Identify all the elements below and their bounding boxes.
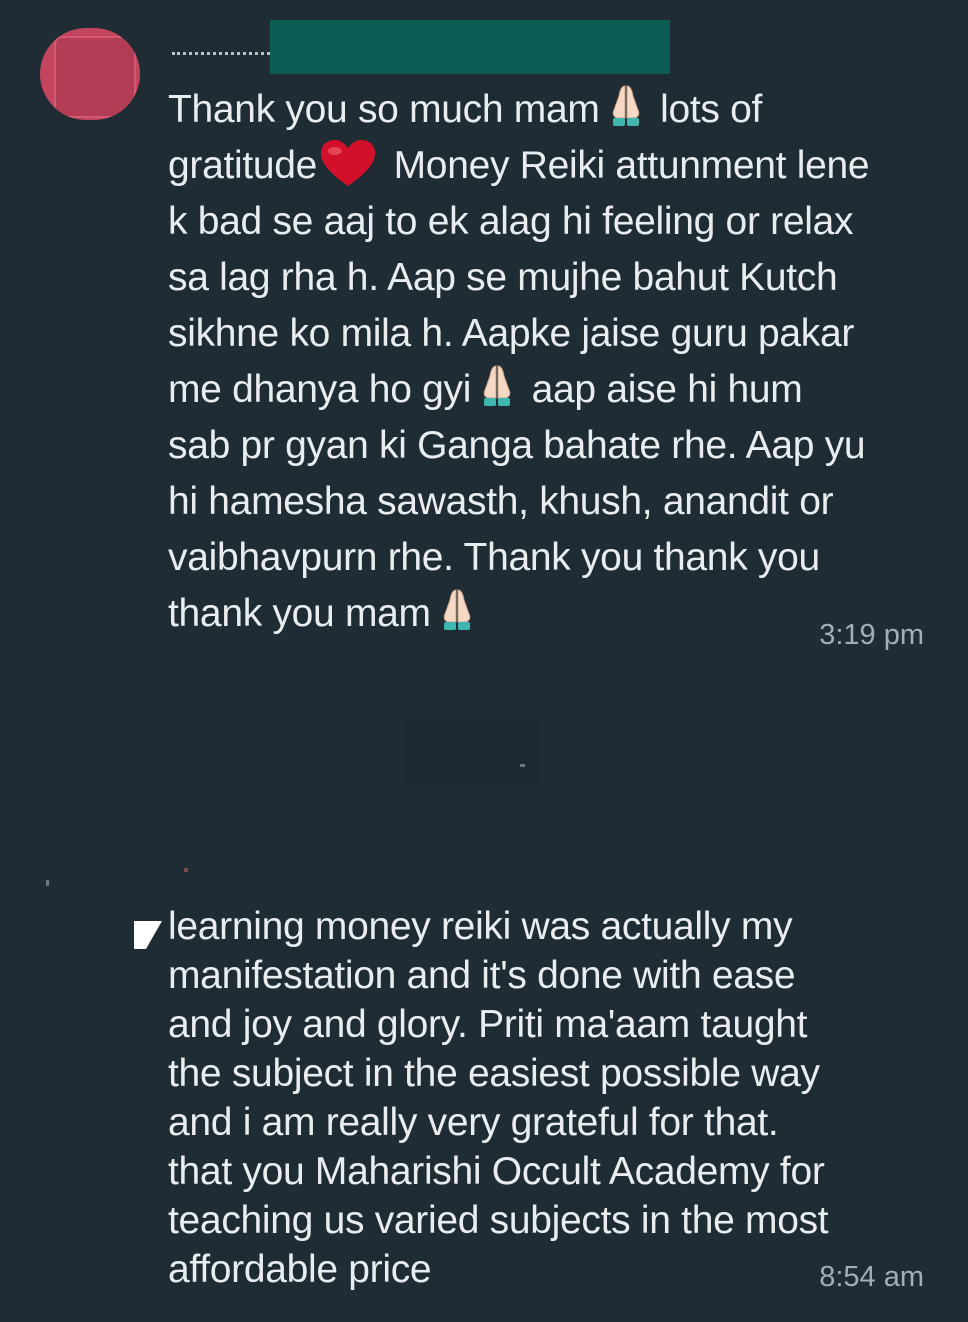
redacted-content: [402, 720, 538, 786]
message-text-segment: gratitude: [168, 144, 318, 187]
message-text-segment: lots of: [649, 88, 763, 131]
message-line: and joy and glory. Priti ma'aam taught: [168, 1000, 938, 1049]
message-line: manifestation and it's done with ease: [168, 951, 938, 1000]
message-text-segment: thank you mam: [168, 592, 431, 635]
message-line: sikhne ko mila h. Aapke jaise guru pakar: [168, 306, 938, 362]
message-text-segment: sa lag rha h. Aap se mujhe bahut Kutch: [168, 256, 838, 299]
artifact-speck: [520, 764, 525, 767]
message-text-segment: Money Reiki attunment lene: [383, 144, 870, 187]
message-text-segment: and i am really very grateful for that.: [168, 1101, 779, 1144]
bubble-tail-icon: [134, 921, 162, 949]
message-text-segment: affordable price: [168, 1248, 432, 1291]
heart-emoji: [321, 140, 376, 186]
message-text-segment: hi hamesha sawasth, khush, anandit or: [168, 480, 834, 523]
message-text-segment: vaibhavpurn rhe. Thank you thank you: [168, 536, 820, 579]
redacted-sender-name: [270, 20, 670, 74]
message-bubble-1[interactable]: Thank you so much mam lots of gratitude M…: [168, 82, 938, 642]
message-line: hi hamesha sawasth, khush, anandit or: [168, 474, 938, 530]
message-line: teaching us varied subjects in the most: [168, 1196, 938, 1245]
artifact-speck: [184, 868, 188, 872]
pray-emoji: [483, 365, 511, 406]
message-line: that you Maharishi Occult Academy for: [168, 1147, 938, 1196]
message-text-segment: aap aise hi hum: [521, 368, 803, 411]
message-line: the subject in the easiest possible way: [168, 1049, 938, 1098]
message-bubble-2[interactable]: learning money reiki was actually my mani…: [168, 902, 938, 1294]
message-text-segment: me dhanya ho gyi: [168, 368, 472, 411]
pray-emoji: [443, 589, 471, 630]
message-text-segment: and joy and glory. Priti ma'aam taught: [168, 1003, 808, 1046]
message-line: me dhanya ho gyi aap aise hi hum: [168, 362, 938, 418]
message-text-2: learning money reiki was actually my mani…: [168, 902, 938, 1294]
message-line: sa lag rha h. Aap se mujhe bahut Kutch: [168, 250, 938, 306]
message-text-segment: Thank you so much mam: [168, 88, 600, 131]
message-line: vaibhavpurn rhe. Thank you thank you: [168, 530, 938, 586]
message-timestamp-1: 3:19 pm: [819, 619, 924, 651]
message-text-segment: that you Maharishi Occult Academy for: [168, 1150, 825, 1193]
message-line: learning money reiki was actually my: [168, 902, 938, 951]
pray-emoji: [612, 85, 639, 126]
message-line: Thank you so much mam lots of: [168, 82, 938, 138]
message-timestamp-2: 8:54 am: [819, 1261, 924, 1293]
message-text-1: Thank you so much mam lots of gratitude M…: [168, 82, 938, 642]
message-text-segment: the subject in the easiest possible way: [168, 1052, 820, 1095]
message-line: sab pr gyan ki Ganga bahate rhe. Aap yu: [168, 418, 938, 474]
avatar[interactable]: [40, 28, 140, 120]
message-text-segment: sab pr gyan ki Ganga bahate rhe. Aap yu: [168, 424, 866, 467]
message-line: k bad se aaj to ek alag hi feeling or re…: [168, 194, 938, 250]
artifact-speck: [46, 880, 49, 886]
message-text-segment: teaching us varied subjects in the most: [168, 1199, 829, 1242]
message-line: and i am really very grateful for that.: [168, 1098, 938, 1147]
message-text-segment: k bad se aaj to ek alag hi feeling or re…: [168, 200, 854, 243]
avatar-image: [54, 36, 136, 118]
sender-name-residue: [172, 52, 270, 59]
message-text-segment: learning money reiki was actually my: [168, 905, 793, 948]
message-text-segment: manifestation and it's done with ease: [168, 954, 796, 997]
message-text-segment: sikhne ko mila h. Aapke jaise guru pakar: [168, 312, 855, 355]
message-line: gratitude Money Reiki attunment lene: [168, 138, 938, 194]
